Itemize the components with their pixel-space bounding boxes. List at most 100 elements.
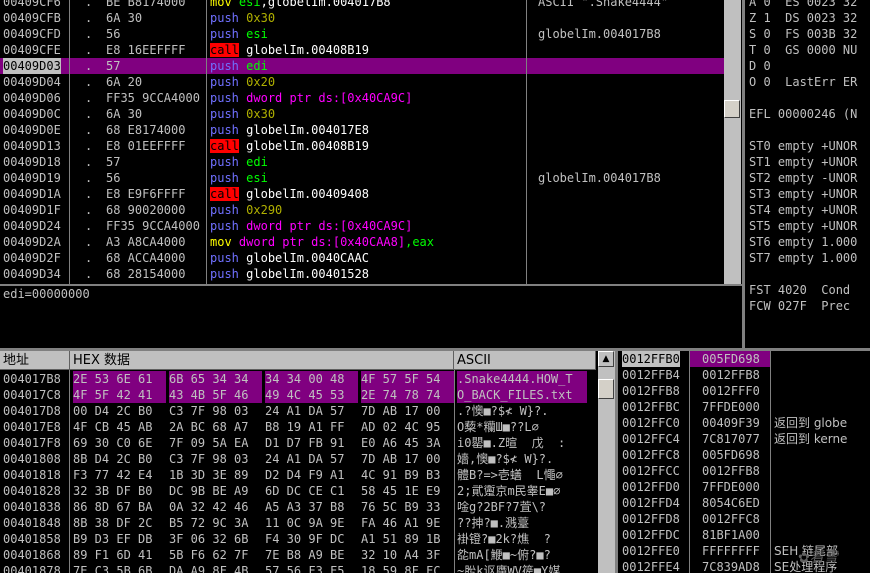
stack-row[interactable]: 0012FFB8 0012FFF0: [618, 383, 870, 399]
dump-row[interactable]: 004017C8 4F 5F 42 41 43 4B 5F 46 49 4C 45 5…: [0, 387, 596, 403]
disasm-row[interactable]: 00409CFD. 56 push esi globelIm.004017B8: [0, 26, 724, 42]
disasm-row[interactable]: 00409D2A. A3 A8CA4000 mov dword ptr ds:[0x…: [0, 234, 724, 250]
register-line[interactable]: ST7 empty 1.000: [745, 250, 870, 266]
stack-address: 0012FFE0: [622, 544, 680, 558]
disasm-row[interactable]: 00409D13. E8 01EEFFFF call globelIm.00408B…: [0, 138, 724, 154]
disasm-dot: .: [85, 155, 93, 169]
stack-row[interactable]: 0012FFCC 0012FFB8: [618, 463, 870, 479]
register-line[interactable]: ST3 empty +UNOR: [745, 186, 870, 202]
dump-hex-group: B9 D3 EF DB: [73, 532, 153, 546]
disasm-scrollbar[interactable]: [724, 0, 741, 284]
disasm-mnemonic: mov: [210, 0, 232, 9]
register-line[interactable]: S 0 FS 003B 32: [745, 26, 870, 42]
dump-row[interactable]: 00401848 8B 38 DF 2C B5 72 9C 3A 11 0C 9A 9…: [0, 515, 596, 531]
stack-row[interactable]: 0012FFC0 00409F39 返回到 globe: [618, 415, 870, 431]
register-line[interactable]: Z 1 DS 0023 32: [745, 10, 870, 26]
dump-row[interactable]: 00401828 32 3B DF B0 DC 9B BE A9 6D DC CE C…: [0, 483, 596, 499]
stack-row[interactable]: 0012FFB0 005FD698: [618, 351, 870, 367]
disasm-row[interactable]: 00409D1A. E8 E9F6FFFF call globelIm.004094…: [0, 186, 724, 202]
dump-address: 00401828: [3, 484, 61, 498]
dump-hex-group: FA 46 A1 9E: [361, 516, 441, 530]
register-line[interactable]: A 0 ES 0023 32: [745, 0, 870, 10]
disasm-scroll-thumb[interactable]: [724, 100, 740, 118]
disasm-dot: .: [85, 123, 93, 137]
stack-row[interactable]: 0012FFDC 81BF1A00: [618, 527, 870, 543]
dump-row[interactable]: 00401868 89 F1 6D 41 5B F6 62 7F 7E B8 A9 B…: [0, 547, 596, 563]
stack-row[interactable]: 0012FFC4 7C817077 返回到 kerne: [618, 431, 870, 447]
dump-hex-group: 69 30 C0 6E: [73, 436, 153, 450]
dump-hex-group: D2 D4 F9 A1: [265, 468, 345, 482]
disasm-row[interactable]: 00409D04. 6A 20 push 0x20: [0, 74, 724, 90]
register-line[interactable]: ST6 empty 1.000: [745, 234, 870, 250]
dump-hex-group: DA A9 8F 4B: [169, 564, 249, 573]
disasm-row[interactable]: 00409D03. 57 push edi: [0, 58, 724, 74]
disasm-operand: 0x290: [246, 203, 283, 217]
register-line[interactable]: ST5 empty +UNOR: [745, 218, 870, 234]
dump-ascii: 體B?=>壱蟮 L憴∅: [457, 468, 563, 482]
disassembly-pane[interactable]: 00409CF6. BE B8174000 mov esi,globelIm.004…: [0, 0, 724, 284]
stack-row[interactable]: 0012FFD0 7FFDE000: [618, 479, 870, 495]
register-line[interactable]: ST4 empty +UNOR: [745, 202, 870, 218]
stack-address: 0012FFC8: [622, 448, 680, 462]
disasm-instruction: push globelIm.0040CAAC: [210, 250, 369, 266]
disasm-address: 00409CFE: [3, 43, 61, 57]
disasm-bytes: 68 ACCA4000: [106, 251, 186, 265]
dump-ascii: 嬙,懊■?$≮ W}?.: [457, 452, 554, 466]
dump-pane[interactable]: 004017B8 2E 53 6E 61 6B 65 34 34 34 34 00 4…: [0, 370, 596, 573]
stack-row[interactable]: 0012FFD8 0012FFC8: [618, 511, 870, 527]
dump-row[interactable]: 004017E8 4F CB 45 AB 2A BC 68 A7 B8 19 A1 F…: [0, 419, 596, 435]
disasm-dot: .: [85, 91, 93, 105]
dump-hex-group: 1B 3D 3E 89: [169, 468, 249, 482]
stack-row[interactable]: 0012FFB4 0012FFB8: [618, 367, 870, 383]
disasm-row[interactable]: 00409D18. 57 push edi: [0, 154, 724, 170]
disasm-row[interactable]: 00409D06. FF35 9CCA4000 push dword ptr ds:…: [0, 90, 724, 106]
disasm-address: 00409D2F: [3, 251, 61, 265]
dump-hex-group: 4F 5F 42 41: [73, 387, 166, 403]
dump-row[interactable]: 00401808 8B D4 2C B0 C3 7F 98 03 24 A1 DA 5…: [0, 451, 596, 467]
dump-header-hex[interactable]: HEX 数据: [70, 351, 454, 370]
dump-row[interactable]: 004017F8 69 30 C0 6E 7F 09 5A EA D1 D7 FB 9…: [0, 435, 596, 451]
disasm-row[interactable]: 00409CF6. BE B8174000 mov esi,globelIm.004…: [0, 0, 724, 10]
dump-hex-group: 4C 91 B9 B3: [361, 468, 441, 482]
dump-row[interactable]: 00401858 B9 D3 EF DB 3F 06 32 6B F4 30 9F D…: [0, 531, 596, 547]
registers-pane[interactable]: A 0 ES 0023 32 Z 1 DS 0023 32 S 0 FS 003B …: [745, 0, 870, 348]
disasm-row[interactable]: 00409D0C. 6A 30 push 0x30: [0, 106, 724, 122]
register-line[interactable]: ST0 empty +UNOR: [745, 138, 870, 154]
dump-header-address[interactable]: 地址: [0, 351, 70, 370]
disasm-row[interactable]: 00409CFB. 6A 30 push 0x30: [0, 10, 724, 26]
disasm-row[interactable]: 00409D34. 68 28154000 push globelIm.004015…: [0, 266, 724, 282]
dump-ascii: 2;貮躛京m民睾E■∅: [457, 484, 561, 498]
disasm-bytes: 57: [106, 155, 121, 169]
disasm-row[interactable]: 00409D2F. 68 ACCA4000 push globelIm.0040CA…: [0, 250, 724, 266]
register-line[interactable]: EFL 00000246 (N: [745, 106, 870, 122]
dump-scrollbar[interactable]: ▲: [598, 351, 615, 573]
stack-row[interactable]: 0012FFBC 7FFDE000: [618, 399, 870, 415]
register-line[interactable]: T 0 GS 0000 NU: [745, 42, 870, 58]
register-line[interactable]: O 0 LastErr ER: [745, 74, 870, 90]
disasm-row[interactable]: 00409D0E. 68 E8174000 push globelIm.004017…: [0, 122, 724, 138]
disasm-mnemonic: push: [210, 91, 239, 105]
dump-hex-group: AD 02 4C 95: [361, 420, 441, 434]
disasm-row[interactable]: 00409CFE. E8 16EEFFFF call globelIm.00408B…: [0, 42, 724, 58]
stack-value: 7C839AD8: [702, 560, 760, 573]
stack-row[interactable]: 0012FFD4 8054C6ED: [618, 495, 870, 511]
dump-row[interactable]: 004017D8 00 D4 2C B0 C3 7F 98 03 24 A1 DA 5…: [0, 403, 596, 419]
dump-header-ascii[interactable]: ASCII: [454, 351, 596, 370]
disasm-row[interactable]: 00409D1F. 68 90020000 push 0x290: [0, 202, 724, 218]
dump-scroll-thumb[interactable]: [598, 379, 614, 399]
dump-row[interactable]: 00401878 7E C3 5B 6B DA A9 8F 4B 57 56 F3 F…: [0, 563, 596, 573]
register-line[interactable]: ST2 empty -UNOR: [745, 170, 870, 186]
disasm-mnemonic: call: [210, 43, 239, 57]
register-line[interactable]: D 0: [745, 58, 870, 74]
dump-row[interactable]: 00401818 F3 77 42 E4 1B 3D 3E 89 D2 D4 F9 A…: [0, 467, 596, 483]
dump-row[interactable]: 004017B8 2E 53 6E 61 6B 65 34 34 34 34 00 4…: [0, 371, 596, 387]
register-line[interactable]: FST 4020 Cond: [745, 282, 870, 298]
disasm-row[interactable]: 00409D24. FF35 9CCA4000 push dword ptr ds:…: [0, 218, 724, 234]
dump-row[interactable]: 00401838 86 8D 67 BA 0A 32 42 46 A5 A3 37 B…: [0, 499, 596, 515]
register-line[interactable]: ST1 empty +UNOR: [745, 154, 870, 170]
stack-row[interactable]: 0012FFC8 005FD698: [618, 447, 870, 463]
stack-pane[interactable]: 0012FFB0 005FD698 0012FFB4 0012FFB8 0012FFB8…: [618, 351, 870, 573]
dump-scroll-up-button[interactable]: ▲: [598, 351, 614, 367]
disasm-row[interactable]: 00409D19. 56 push esi globelIm.004017B8: [0, 170, 724, 186]
register-line[interactable]: FCW 027F Prec: [745, 298, 870, 314]
